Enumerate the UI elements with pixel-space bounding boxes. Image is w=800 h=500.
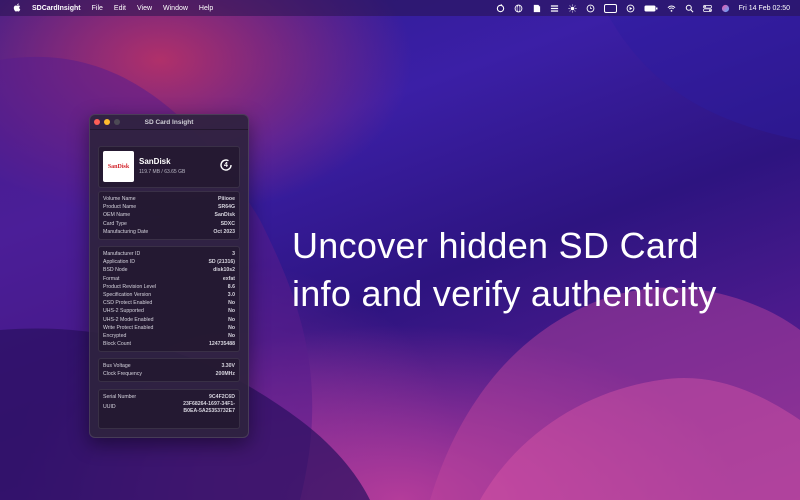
info-value: 3 [232,251,235,257]
info-row: UUID 23F68264-1697-34F1- B0EA-5A25353732… [103,401,235,415]
info-row: CSD Protect Enabled No [103,299,235,307]
info-row: BSD Node disk10s2 [103,266,235,274]
info-label: Specification Version [103,291,152,298]
menu-file[interactable]: File [92,5,103,12]
app-menu[interactable]: SDCardInsight [32,5,81,12]
card-details-section: Manufacturer ID 3 Application ID SD (21316)… [98,246,240,353]
serial-section: Serial Number 9C4F2C6D UUID 23F68264-169… [98,389,240,429]
sd-card-insight-window: SD Card Insight SanDisk SanDisk 119.7 MB… [89,114,249,438]
speed-class-icon: 4 [219,158,233,172]
info-row: Serial Number 9C4F2C6D [103,393,235,401]
sync-icon[interactable] [496,3,505,13]
search-icon[interactable] [685,4,694,13]
uuid-value: 23F68264-1697-34F1- B0EA-5A25353732E7 [183,401,235,415]
info-row: Product Name SR64G [103,203,235,211]
menu-view[interactable]: View [137,5,152,12]
info-row: Clock Frequency 200MHz [103,370,235,378]
info-label: UHS-2 Supported [103,308,144,315]
info-value: No [228,324,235,331]
info-label: Encrypted [103,332,127,339]
info-label: Volume Name [103,196,136,202]
info-value: SD (21316) [208,259,235,266]
info-value: No [228,316,235,323]
info-value: No [228,308,235,315]
info-row: Product Revision Level 8.6 [103,283,235,291]
menu-clock[interactable]: Fri 14 Feb 02:50 [739,5,790,12]
card-brand: SanDisk [139,157,171,166]
battery-icon[interactable] [644,4,658,13]
info-label: Write Protect Enabled [103,324,154,331]
menu-help[interactable]: Help [199,5,213,12]
wifi-icon[interactable] [667,4,676,13]
display-icon[interactable] [603,3,617,13]
info-label: Card Type [103,220,127,227]
info-label: UHS-2 Mode Enabled [103,316,154,323]
info-row: UHS-2 Mode Enabled No [103,316,235,324]
info-value: 200MHz [215,371,235,378]
info-row: Application ID SD (21316) [103,258,235,266]
info-row: Manufacturer ID 3 [103,250,235,258]
serial-value: 9C4F2C6D [209,394,235,400]
info-value: 124735488 [209,341,235,348]
info-label: Bus Voltage [103,363,131,369]
apple-menu-icon[interactable] [12,3,22,14]
card-capacity: 119.7 MB / 63.65 GB [139,169,186,175]
marketing-tagline: Uncover hidden SD Card info and verify a… [292,225,717,314]
uuid-label: UUID [103,404,116,411]
info-value: SR64G [217,204,235,211]
info-row: Specification Version 3.0 [103,291,235,299]
info-value: Oct 2023 [213,228,235,235]
card-identity-section: Volume Name Piiiooe Product Name SR64G OEM N… [98,191,240,240]
card-summary: SanDisk SanDisk 119.7 MB / 63.65 GB 4 [98,146,240,188]
info-value: disk10s2 [213,267,235,274]
info-value: 3.0 [227,291,235,298]
info-label: Block Count [103,341,131,348]
menu-bar: SDCardInsight File Edit View Window Help… [0,0,800,16]
window-title: SD Card Insight [144,118,194,126]
info-row: Volume Name Piiiooe [103,195,235,203]
menu-edit[interactable]: Edit [114,5,126,12]
menu-window[interactable]: Window [163,5,188,12]
info-row: OEM Name SanDisk [103,211,235,219]
electrical-section: Bus Voltage 3.30V Clock Frequency 200MHz [98,358,240,383]
info-row: Write Protect Enabled No [103,324,235,332]
speed-class-value: 4 [224,161,228,169]
info-value: 8.6 [227,283,235,290]
list-icon[interactable] [550,4,559,13]
info-label: CSD Protect Enabled [103,300,153,307]
info-value: No [228,332,235,339]
info-label: Manufacturer ID [103,251,141,257]
info-label: OEM Name [103,212,131,219]
info-value: exfat [222,275,235,282]
info-row: Card Type SDXC [103,220,235,228]
info-label: Product Name [103,204,137,211]
info-row: Bus Voltage 3.30V [103,362,235,370]
info-value: SanDisk [214,212,235,219]
serial-label: Serial Number [103,394,137,400]
time-machine-icon[interactable] [586,4,595,13]
info-value: Piiiooe [217,196,235,202]
info-value: No [228,300,235,307]
info-label: BSD Node [103,267,128,274]
info-row: Format exfat [103,275,235,283]
info-label: Clock Frequency [103,371,142,378]
info-value: 3.30V [221,363,235,369]
info-label: Product Revision Level [103,283,157,290]
info-value: SDXC [220,220,235,227]
info-label: Manufacturing Date [103,228,149,235]
window-titlebar[interactable]: SD Card Insight [90,115,248,130]
control-center-icon[interactable] [702,4,712,13]
info-label: Application ID [103,259,136,266]
info-row: Block Count 124735488 [103,340,235,348]
brightness-icon[interactable] [568,3,577,13]
info-row: Encrypted No [103,332,235,340]
sd-card-icon[interactable] [532,4,541,13]
info-row: UHS-2 Supported No [103,307,235,315]
play-icon[interactable] [626,4,635,13]
info-label: Format [103,275,120,282]
sandisk-logo: SanDisk [103,151,134,182]
globe-icon[interactable] [514,4,523,13]
siri-icon[interactable] [721,4,730,13]
info-row: Manufacturing Date Oct 2023 [103,228,235,236]
